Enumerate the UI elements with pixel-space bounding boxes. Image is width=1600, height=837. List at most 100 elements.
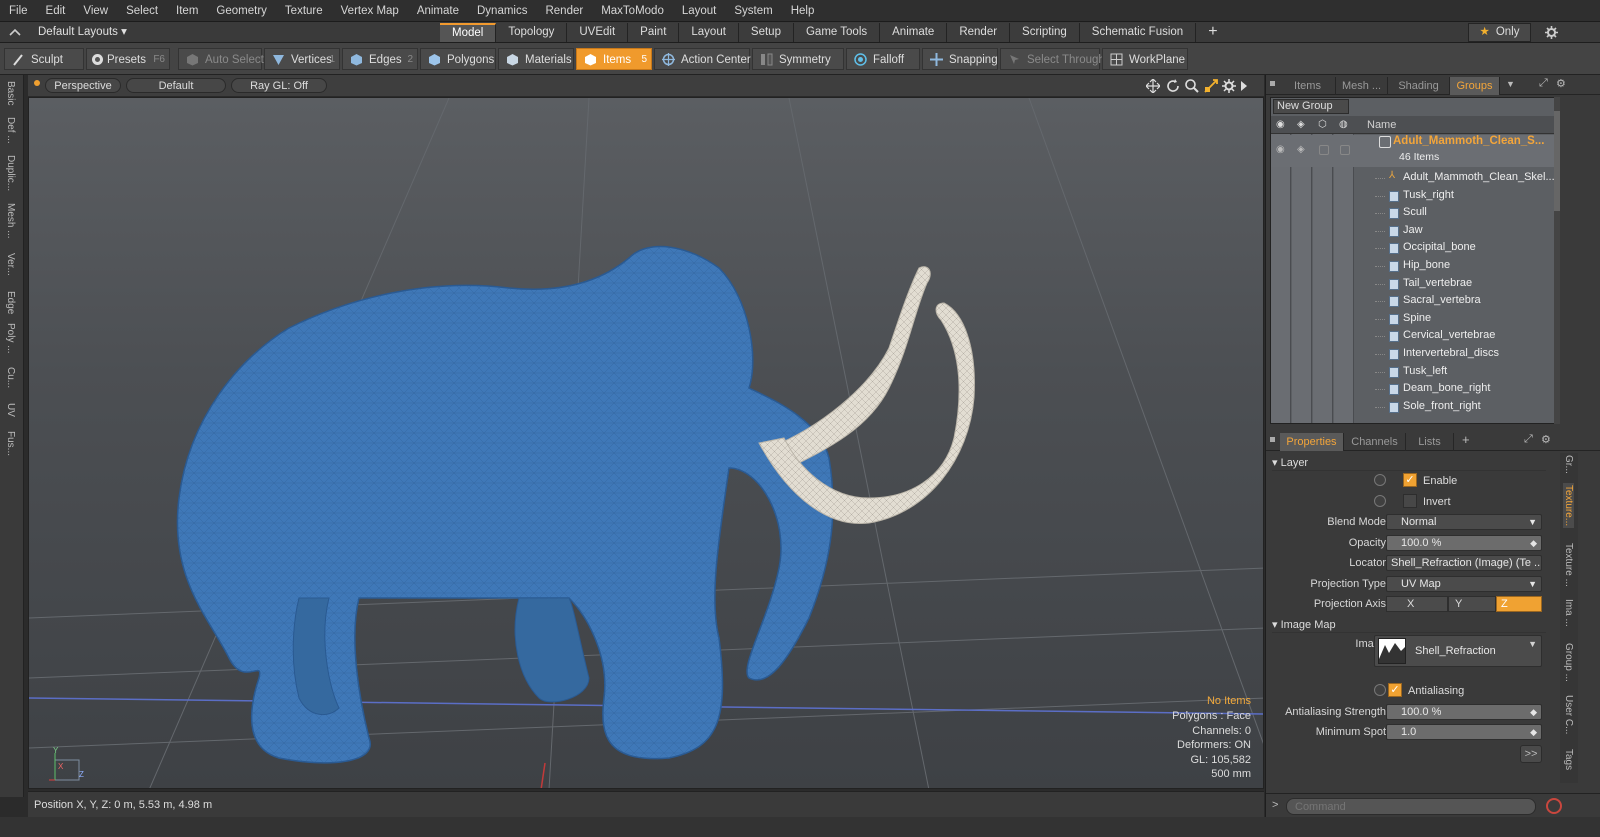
blend-mode-dropdown[interactable]: Normal ▼ [1386, 514, 1542, 530]
rail-tab-duplicate[interactable]: Duplic... [5, 155, 16, 191]
group-item-row[interactable]: Sole_front_right [1271, 398, 1554, 416]
tab-model[interactable]: Model [440, 23, 497, 42]
groups-scrollbar[interactable] [1554, 97, 1560, 424]
shading-mode-button[interactable]: Default [126, 78, 226, 93]
stepper-icon[interactable]: ◆ [1530, 725, 1537, 739]
more-options-button[interactable]: >> [1520, 745, 1542, 763]
lock-icon[interactable]: ⬡ [1318, 119, 1327, 130]
items-button[interactable]: Items 5 [576, 48, 652, 70]
enable-checkbox[interactable]: ✓ [1403, 473, 1417, 487]
rail-tab-mesh[interactable]: Mesh ... [5, 203, 16, 239]
rail-tab-uv[interactable]: UV [5, 403, 16, 417]
root-select-box[interactable] [1340, 145, 1350, 155]
menu-dynamics[interactable]: Dynamics [468, 0, 536, 22]
group-item-row[interactable]: Tail_vertebrae [1271, 275, 1554, 293]
group-item-row[interactable]: Deam_bone_right [1271, 380, 1554, 398]
menu-animate[interactable]: Animate [408, 0, 468, 22]
rail-tab-vertex[interactable]: Ver... [5, 253, 16, 276]
group-item-row[interactable]: Occipital_bone [1271, 239, 1554, 257]
group-item-row[interactable]: Intervertebral_discs [1271, 345, 1554, 363]
tusk-left[interactable] [768, 266, 931, 469]
tab-channels[interactable]: Channels [1344, 433, 1406, 451]
rail-tab-polygon[interactable]: Poly ... [5, 323, 16, 354]
panel-gear-icon[interactable]: ⚙ [1556, 77, 1566, 90]
fit-view-icon[interactable] [1204, 79, 1218, 93]
tab-uvedit[interactable]: UVEdit [567, 23, 629, 42]
tab-animate[interactable]: Animate [880, 23, 948, 42]
min-spot-field[interactable]: 1.0 ◆ [1386, 724, 1542, 740]
invert-radio[interactable] [1374, 495, 1386, 507]
axis-z-button[interactable]: Z [1496, 596, 1542, 612]
menu-layout[interactable]: Layout [673, 0, 726, 22]
menu-item[interactable]: Item [167, 0, 207, 22]
materials-button[interactable]: Materials [498, 48, 574, 70]
new-group-button[interactable]: New Group [1273, 99, 1349, 114]
group-item-row[interactable]: Scull [1271, 204, 1554, 222]
locator-dropdown[interactable]: Shell_Refraction (Image) (Te ... [1386, 555, 1542, 571]
props-gear-icon[interactable]: ⚙ [1541, 433, 1551, 446]
action-center-button[interactable]: Action Center [654, 48, 751, 70]
group-item-row[interactable]: Cervical_vertebrae [1271, 327, 1554, 345]
side-tab-tags[interactable]: Tags [1563, 749, 1574, 770]
tab-properties[interactable]: Properties [1280, 433, 1344, 451]
menu-vertex-map[interactable]: Vertex Map [332, 0, 408, 22]
view-mode-button[interactable]: Perspective [45, 78, 121, 93]
opacity-slider[interactable]: 100.0 % ◆ [1386, 535, 1542, 551]
tab-groups[interactable]: Groups [1450, 77, 1500, 95]
stepper-icon[interactable]: ◆ [1530, 536, 1537, 550]
rail-tab-deform[interactable]: Def ... [5, 117, 16, 144]
root-lock-box[interactable] [1319, 145, 1329, 155]
polygons-button[interactable]: Polygons [420, 48, 496, 70]
workplane-button[interactable]: WorkPlane [1102, 48, 1188, 70]
auto-select-button[interactable]: Auto Select [178, 48, 264, 70]
side-tab-image[interactable]: Ima ... [1563, 599, 1574, 627]
edges-button[interactable]: Edges 2 [342, 48, 418, 70]
gear-icon[interactable] [1545, 26, 1558, 39]
presets-button[interactable]: Presets F6 [86, 48, 170, 70]
antialiasing-checkbox[interactable]: ✓ [1388, 683, 1402, 697]
tab-schematic-fusion[interactable]: Schematic Fusion [1079, 23, 1197, 42]
side-tab-user-channels[interactable]: User C... [1563, 695, 1574, 734]
raygl-button[interactable]: Ray GL: Off [231, 78, 327, 93]
move-view-icon[interactable] [1146, 79, 1160, 93]
mammoth-model[interactable] [176, 245, 834, 764]
tab-mesh[interactable]: Mesh ... [1336, 77, 1388, 95]
viewport-menu-arrow-icon[interactable] [1240, 81, 1248, 91]
group-item-row[interactable]: Tusk_left [1271, 363, 1554, 381]
menu-system[interactable]: System [725, 0, 781, 22]
tab-render[interactable]: Render [947, 23, 1011, 42]
3d-viewport[interactable]: Y X Z No Items Polygons : Face Channels:… [28, 97, 1264, 789]
record-macro-icon[interactable] [1546, 798, 1562, 814]
rail-tab-fusion[interactable]: Fus... [5, 431, 16, 456]
layer-section[interactable]: ▾ Layer [1272, 455, 1546, 471]
tab-layout[interactable]: Layout [679, 23, 739, 42]
menu-geometry[interactable]: Geometry [207, 0, 276, 22]
symmetry-button[interactable]: Symmetry [752, 48, 844, 70]
expand-panel-icon[interactable]: ⤢ [1539, 77, 1548, 90]
image-selector[interactable]: Shell_Refraction ▼ [1374, 635, 1542, 667]
menu-file[interactable]: File [0, 0, 37, 22]
group-item-row[interactable]: Spine [1271, 310, 1554, 328]
axis-y-button[interactable]: Y [1448, 596, 1496, 612]
menu-help[interactable]: Help [782, 0, 824, 22]
axis-x-button[interactable]: X [1386, 596, 1448, 612]
rail-tab-basic[interactable]: Basic [5, 81, 16, 105]
root-visibility-eye-icon[interactable]: ◉ [1276, 144, 1285, 155]
zoom-view-icon[interactable] [1185, 79, 1199, 93]
tab-scripting[interactable]: Scripting [1010, 23, 1080, 42]
eye-icon[interactable]: ◉ [1276, 119, 1285, 130]
snapping-button[interactable]: Snapping [922, 48, 998, 70]
viewport-settings-gear-icon[interactable] [1222, 79, 1236, 93]
render-icon[interactable]: ◈ [1297, 119, 1305, 130]
add-tab-plus-icon[interactable]: + [1462, 432, 1470, 447]
tab-paint[interactable]: Paint [628, 23, 680, 42]
sculpt-button[interactable]: Sculpt [4, 48, 84, 70]
menu-select[interactable]: Select [117, 0, 167, 22]
menu-maxtomodo[interactable]: MaxToModo [592, 0, 673, 22]
select-icon[interactable]: ◍ [1339, 119, 1348, 130]
tab-setup[interactable]: Setup [738, 23, 794, 42]
group-item-row[interactable]: Tusk_right [1271, 187, 1554, 205]
add-tab-icon[interactable]: + [1196, 23, 1220, 42]
tab-topology[interactable]: Topology [496, 23, 568, 42]
default-layouts-dropdown[interactable]: Default Layouts ▾ [4, 22, 127, 43]
